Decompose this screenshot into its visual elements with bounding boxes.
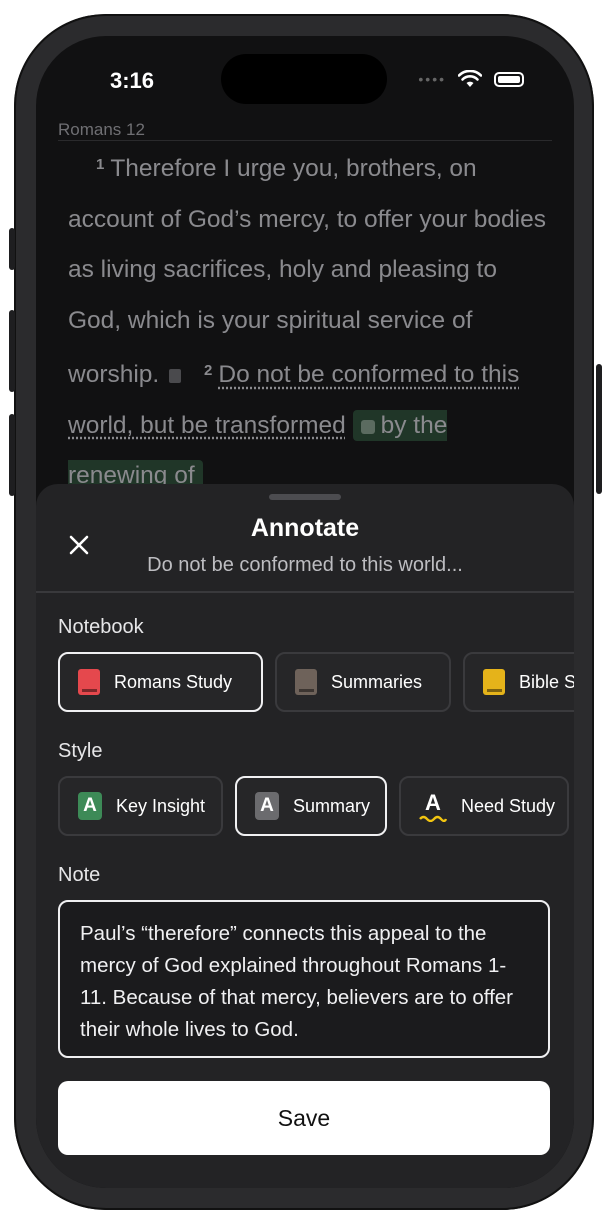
notebook-chip-summaries[interactable]: Summaries (275, 652, 451, 712)
style-label: Style (58, 740, 103, 762)
note-indicator-icon[interactable] (169, 369, 182, 383)
style-chip-label: Summary (293, 795, 371, 816)
need-study-style-icon: A (419, 790, 447, 822)
book-icon (78, 669, 100, 695)
book-icon (295, 669, 317, 695)
notebook-chip-label: Romans Study (114, 671, 233, 692)
notebook-chip-label: Summaries (331, 671, 423, 692)
notebook-chip-row: Romans Study Summaries Bible S (58, 652, 574, 712)
battery-icon (494, 71, 524, 87)
notebook-chip-romans-study[interactable]: Romans Study (58, 652, 263, 712)
style-chip-need-study[interactable]: A Need Study (399, 776, 569, 836)
style-chip-key-insight[interactable]: A Key Insight (58, 776, 223, 836)
sheet-subtitle: Do not be conformed to this world... (147, 554, 463, 576)
save-button[interactable]: Save (58, 1081, 550, 1155)
notebook-chip-label: Bible S (519, 671, 574, 692)
style-chip-row: A Key Insight A Summary A Need Study (58, 776, 569, 836)
copy-highlight-icon (360, 419, 375, 434)
note-label: Note (58, 864, 101, 886)
screen: 3:16 •••• Romans 12 1 Therefore I urge yo… (36, 36, 574, 1188)
volume-down-button (9, 414, 15, 496)
verse-1-text[interactable]: Therefore I urge you, brothers, on accou… (68, 155, 546, 388)
sheet-grabber[interactable] (269, 494, 341, 500)
volume-up-button (9, 310, 15, 392)
book-icon (483, 669, 505, 695)
verse-number: 1 (96, 156, 105, 173)
power-button (596, 364, 602, 494)
sheet-divider (36, 591, 574, 593)
chapter-label: Romans 12 (58, 120, 145, 139)
cellular-signal-icon: •••• (418, 71, 446, 87)
annotate-sheet: Annotate Do not be conformed to this wor… (36, 484, 574, 1188)
status-icons: •••• (418, 70, 524, 88)
dynamic-island (221, 54, 387, 104)
note-textarea[interactable]: Paul’s “therefore” connects this appeal … (58, 900, 550, 1058)
key-insight-style-icon: A (78, 792, 102, 820)
action-button (9, 228, 15, 270)
verse-number: 2 (204, 362, 213, 379)
style-chip-summary[interactable]: A Summary (235, 776, 387, 836)
sheet-title: Annotate (250, 514, 360, 542)
style-chip-label: Key Insight (116, 795, 206, 816)
notebook-chip-bible-study[interactable]: Bible S (463, 652, 574, 712)
style-chip-label: Need Study (461, 795, 556, 816)
summary-style-icon: A (255, 792, 279, 820)
wifi-icon (458, 70, 482, 87)
scripture-text[interactable]: 1 Therefore I urge you, brothers, on acco… (68, 140, 546, 502)
status-time: 3:16 (110, 68, 155, 93)
notebook-label: Notebook (58, 616, 144, 638)
